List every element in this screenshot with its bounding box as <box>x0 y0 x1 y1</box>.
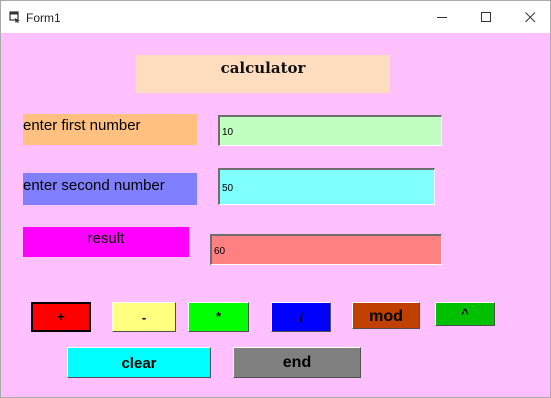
multiply-button[interactable]: * <box>188 302 249 332</box>
close-icon <box>525 12 536 23</box>
divide-button[interactable]: / <box>271 302 331 332</box>
calculator-heading: calculator <box>136 55 390 93</box>
minimize-icon <box>437 17 447 18</box>
maximize-icon <box>481 12 491 22</box>
title-bar[interactable]: Form1 <box>1 1 550 33</box>
second-number-field[interactable] <box>218 168 435 205</box>
power-button[interactable]: ^ <box>435 302 495 326</box>
close-button[interactable] <box>508 1 550 33</box>
result-field[interactable] <box>210 234 442 265</box>
maximize-button[interactable] <box>464 1 508 33</box>
window-title: Form1 <box>26 11 61 25</box>
clear-button[interactable]: clear <box>67 347 211 378</box>
end-button[interactable]: end <box>233 347 361 378</box>
calculator-window: Form1 calculator enter first number ente… <box>0 0 551 398</box>
add-button[interactable]: + <box>31 302 91 332</box>
form-app-icon <box>9 11 20 23</box>
minimize-button[interactable] <box>420 1 464 33</box>
mod-button[interactable]: mod <box>352 302 420 329</box>
first-number-field[interactable] <box>218 115 442 146</box>
result-label: result <box>23 227 189 257</box>
subtract-button[interactable]: - <box>112 302 176 332</box>
first-number-label: enter first number <box>23 114 197 145</box>
second-number-label: enter second number <box>23 173 197 205</box>
